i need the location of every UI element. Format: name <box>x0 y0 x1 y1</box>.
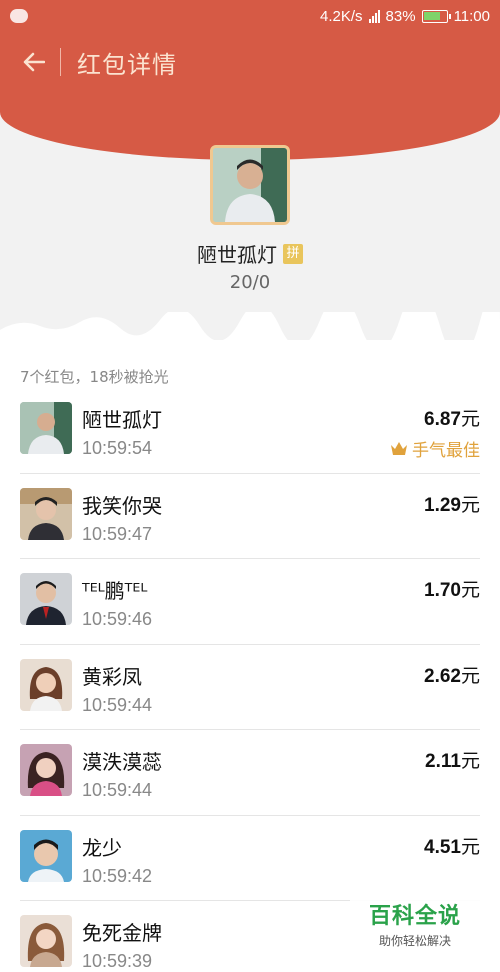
sender-info: 陋世孤灯 拼 20/0 <box>0 145 500 293</box>
packet-count: 20/0 <box>229 272 271 293</box>
avatar[interactable] <box>20 829 72 882</box>
recipient-name: 龙少 <box>82 835 122 860</box>
recipient-name: 免死金牌 <box>82 921 162 945</box>
list-item[interactable]: 我笑你哭 10:59:47 1.29元 <box>20 474 480 559</box>
pin-badge: 拼 <box>283 243 303 264</box>
sender-name: 陋世孤灯 <box>197 243 277 267</box>
red-packet-detail-screen: 4.2K/s 83% 11:00 红包详情 陋世孤灯 拼 20/0 7个红包，1… <box>0 0 500 972</box>
grab-time: 10:59:44 <box>82 694 153 715</box>
recipient-list: 陋世孤灯 10:59:54 6.87元 手气最佳 我笑你哭 10:59:47 1… <box>0 388 500 972</box>
list-item[interactable]: 龙少 10:59:42 4.51元 <box>20 816 480 901</box>
avatar[interactable] <box>20 658 72 711</box>
back-arrow-icon[interactable] <box>12 40 56 84</box>
nav-divider <box>60 48 61 76</box>
list-item[interactable]: 黄彩凤 10:59:44 2.62元 <box>20 645 480 730</box>
avatar[interactable] <box>20 915 72 967</box>
grab-time: 10:59:46 <box>82 609 153 629</box>
list-item[interactable]: 陋世孤灯 10:59:54 6.87元 手气最佳 <box>20 388 480 474</box>
sender-avatar[interactable] <box>210 145 290 225</box>
amount: 1.70元 <box>424 579 480 601</box>
grab-time: 10:59:44 <box>82 780 153 800</box>
network-speed: 4.2K/s <box>320 7 363 25</box>
avatar[interactable] <box>20 744 72 796</box>
clock: 11:00 <box>453 7 490 25</box>
list-item[interactable]: 漠泆漠蕊 10:59:44 2.11元 <box>20 730 480 816</box>
signal-icon <box>368 9 380 23</box>
status-bar: 4.2K/s 83% 11:00 <box>0 0 500 32</box>
watermark: 百科全说 助你轻松解决 <box>350 894 480 954</box>
recipient-name: 黄彩凤 <box>82 664 142 689</box>
best-luck-badge: 手气最佳 <box>390 436 480 461</box>
list-item[interactable]: ᵀᴱᴸ鹏ᵀᴱᴸ 10:59:46 1.70元 <box>20 559 480 645</box>
watermark-title: 百科全说 <box>368 904 461 929</box>
recipient-name: 漠泆漠蕊 <box>82 750 162 774</box>
recipient-name: 我笑你哭 <box>82 493 162 518</box>
recipient-name: 陋世孤灯 <box>82 408 162 432</box>
page-title: 红包详情 <box>77 50 177 79</box>
battery-icon <box>421 9 451 23</box>
recipient-name: ᵀᴱᴸ鹏ᵀᴱᴸ <box>82 579 148 603</box>
grab-time: 10:59:39 <box>82 951 153 971</box>
amount: 1.29元 <box>424 493 480 516</box>
watermark-subtitle: 助你轻松解决 <box>378 934 451 948</box>
avatar[interactable] <box>20 573 72 625</box>
grab-time: 10:59:42 <box>82 865 153 886</box>
avatar[interactable] <box>20 487 72 540</box>
summary-text: 7个红包，18秒被抢光 <box>20 368 169 386</box>
grab-time: 10:59:54 <box>82 438 153 458</box>
grab-time: 10:59:47 <box>82 523 153 544</box>
navigation-bar: 红包详情 <box>0 40 500 84</box>
amount: 2.62元 <box>424 664 480 687</box>
wechat-notification-icon <box>10 9 28 23</box>
amount: 2.11元 <box>425 750 480 772</box>
avatar[interactable] <box>20 402 72 454</box>
amount: 6.87元 <box>424 408 480 430</box>
crown-icon <box>391 441 407 455</box>
amount: 4.51元 <box>424 835 480 858</box>
battery-percent: 83% <box>385 7 416 25</box>
